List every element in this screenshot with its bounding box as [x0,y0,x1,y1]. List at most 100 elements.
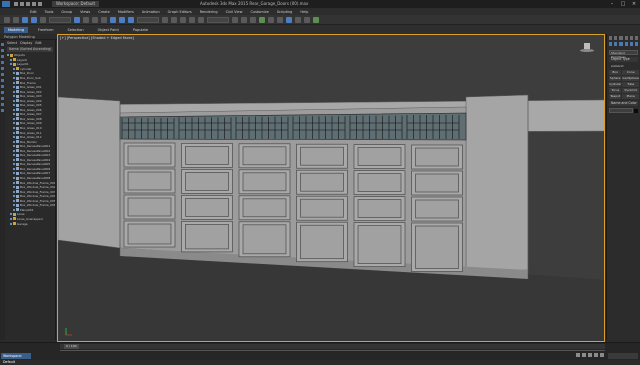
tree-item[interactable]: Garage [7,221,55,226]
new-file-icon[interactable] [14,2,18,6]
pyramid-button[interactable]: Pyramid [622,88,639,93]
save-file-icon[interactable] [26,2,30,6]
menu-group[interactable]: Group [61,10,72,14]
menu-animation[interactable]: Animation [142,10,160,14]
sphere-button[interactable]: Sphere [609,76,622,81]
explorer-tab-display[interactable]: Display [20,41,32,45]
close-button[interactable]: × [630,1,638,7]
visibility-eye-icon[interactable] [13,95,15,98]
visibility-eye-icon[interactable] [13,204,15,207]
primitive-type-dropdown[interactable]: Standard Primitives [609,50,638,59]
tab-selection[interactable]: Selection [64,27,88,33]
visibility-eye-icon[interactable] [13,190,15,193]
visibility-eye-icon[interactable] [13,136,15,139]
go-to-start-icon[interactable] [576,353,580,357]
spinner-snap-icon[interactable] [198,16,204,23]
rectangular-selection-icon[interactable] [92,16,98,23]
visibility-eye-icon[interactable] [13,72,15,75]
cameras-filter-icon[interactable] [1,79,4,82]
tab-freeform[interactable]: Freeform [34,27,58,33]
snap-toggle-icon[interactable] [171,16,177,23]
menu-help[interactable]: Help [300,10,308,14]
workspace-status[interactable]: Workspace: Default [1,353,31,364]
reference-coordinate-dropdown[interactable] [137,16,159,23]
utilities-tab-icon[interactable] [634,36,639,40]
tab-object-paint[interactable]: Object Paint [94,27,123,33]
angle-snap-icon[interactable] [180,16,186,23]
create-tab-icon[interactable] [609,36,613,40]
visibility-eye-icon[interactable] [13,77,15,79]
visibility-eye-icon[interactable] [10,213,12,216]
perspective-viewport[interactable]: [+] [Perspective] [Shaded + Edged Faces] [57,34,605,342]
teapot-button[interactable]: Teapot [609,94,622,99]
plane-button[interactable]: Plane [622,94,639,99]
cameras-icon[interactable] [624,42,628,46]
unlink-icon[interactable] [31,16,37,23]
visibility-eye-icon[interactable] [13,86,15,89]
visibility-eye-icon[interactable] [10,217,12,220]
display-all-icon[interactable] [1,49,4,52]
tab-modeling[interactable]: Modeling [4,26,28,33]
menu-modifiers[interactable]: Modifiers [118,10,134,14]
cone-button[interactable]: Cone [622,70,639,75]
menu-views[interactable]: Views [80,10,90,14]
lights-filter-icon[interactable] [1,73,4,76]
visibility-eye-icon[interactable] [13,81,15,84]
helpers-filter-icon[interactable] [1,85,4,88]
graphite-toggle-icon[interactable] [259,16,265,23]
visibility-eye-icon[interactable] [7,54,9,57]
xrefs-filter-icon[interactable] [1,103,4,106]
track-bar[interactable] [60,350,605,353]
layer-manager-icon[interactable] [250,16,256,23]
next-frame-icon[interactable] [594,353,598,357]
visibility-eye-icon[interactable] [13,167,15,170]
workspace-selector[interactable]: Workspace: Default [52,1,100,7]
cylinder-button[interactable]: Cylinder [609,82,622,87]
visibility-eye-icon[interactable] [13,163,15,166]
visibility-eye-icon[interactable] [10,222,12,225]
undo-icon[interactable] [32,2,36,6]
visibility-eye-icon[interactable] [13,67,15,70]
explorer-tab-edit[interactable]: Edit [35,41,41,45]
menu-scripting[interactable]: Scripting [277,10,293,14]
visibility-eye-icon[interactable] [13,140,15,143]
visibility-eye-icon[interactable] [13,117,15,120]
visibility-eye-icon[interactable] [13,113,15,116]
menu-create[interactable]: Create [98,10,110,14]
selection-filter-dropdown[interactable] [49,16,71,23]
visibility-eye-icon[interactable] [13,158,15,161]
go-to-end-icon[interactable] [600,353,604,357]
move-icon[interactable] [110,16,116,23]
redo-icon[interactable] [38,2,42,6]
box-button[interactable]: Box [609,70,622,75]
object-name-input[interactable] [609,108,633,113]
menu-rendering[interactable]: Rendering [200,10,218,14]
visibility-eye-icon[interactable] [13,99,15,102]
schematic-view-icon[interactable] [277,16,283,23]
visibility-eye-icon[interactable] [13,199,15,202]
display-tab-icon[interactable] [629,36,633,40]
explorer-tab-select[interactable]: Select [7,41,17,45]
name-color-rollout[interactable]: Name and Color [609,101,638,106]
autogrid-checkbox[interactable]: AutoGrid [609,64,638,68]
pivot-center-icon[interactable] [162,16,168,23]
geometry-filter-icon[interactable] [1,61,4,64]
tube-button[interactable]: Tube [622,82,639,87]
visibility-eye-icon[interactable] [13,90,15,93]
systems-icon[interactable] [634,42,639,46]
rotate-icon[interactable] [119,16,125,23]
visibility-eye-icon[interactable] [13,127,15,130]
maximize-button[interactable]: □ [619,1,627,7]
render-production-icon[interactable] [313,16,319,23]
bind-space-warp-icon[interactable] [40,16,46,23]
minimize-button[interactable]: – [608,1,616,7]
shapes-filter-icon[interactable] [1,67,4,70]
menu-civil-view[interactable]: Civil View [226,10,243,14]
visibility-eye-icon[interactable] [13,181,15,184]
menu-tools[interactable]: Tools [45,10,54,14]
visibility-eye-icon[interactable] [13,145,15,148]
visibility-eye-icon[interactable] [13,172,15,175]
link-icon[interactable] [22,16,28,23]
helpers-icon[interactable] [629,42,633,46]
shapes-icon[interactable] [614,42,618,46]
